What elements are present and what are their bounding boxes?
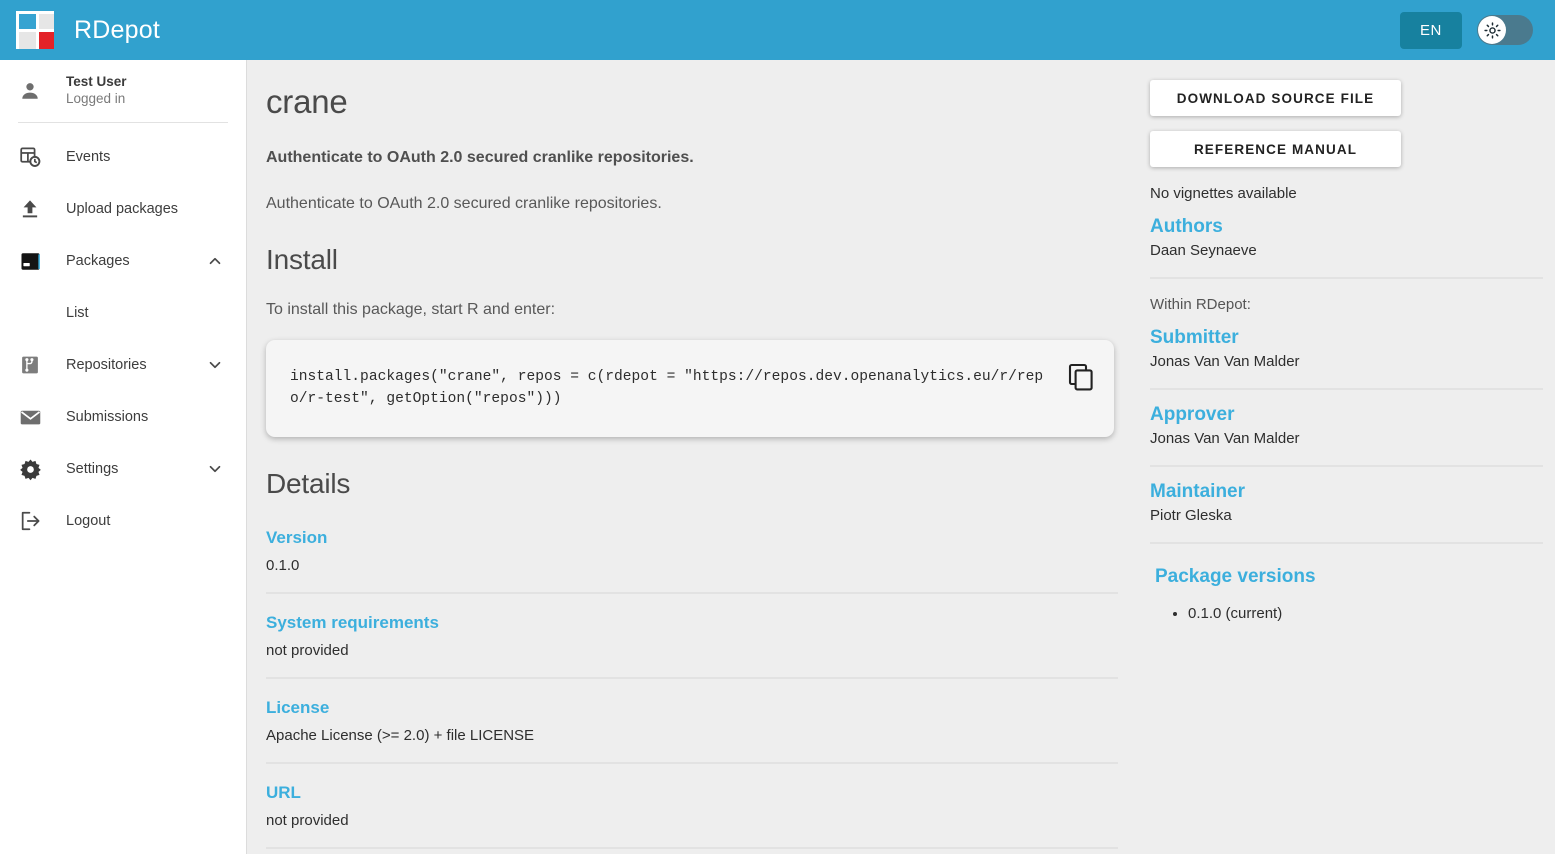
page-title: crane xyxy=(266,83,348,120)
detail-row: License Apache License (>= 2.0) + file L… xyxy=(266,679,1118,764)
install-code-card: install.packages("crane", repos = c(rdep… xyxy=(266,339,1114,437)
logo-quadrant-bottom-right xyxy=(39,32,54,49)
within-rdepot-label: Within RDepot: xyxy=(1150,296,1251,313)
package-versions-label[interactable]: Package versions xyxy=(1155,566,1543,588)
sidebar-user-name: Test User xyxy=(66,74,127,90)
details-heading: Details xyxy=(266,467,351,499)
detail-key: URL xyxy=(266,782,301,802)
detail-row: System requirements not provided xyxy=(266,594,1118,679)
list-item[interactable]: 0.1.0 (current) xyxy=(1188,605,1543,622)
detail-key: Version xyxy=(266,527,328,547)
sidebar-subitem-label: List xyxy=(66,305,89,321)
chevron-down-icon[interactable] xyxy=(206,356,224,374)
package-versions-list: 0.1.0 (current) xyxy=(1150,605,1543,622)
sidebar-item-repositories[interactable]: Repositories xyxy=(0,339,246,391)
language-button[interactable]: EN xyxy=(1399,11,1462,49)
theme-toggle-knob xyxy=(1478,16,1506,44)
person-icon xyxy=(22,83,38,99)
events-icon xyxy=(10,146,50,168)
left-sidebar: Test User Logged in Events Upload packag… xyxy=(0,60,247,854)
reference-manual-button[interactable]: REFERENCE MANUAL xyxy=(1150,131,1401,167)
detail-key: License xyxy=(266,697,330,717)
packages-icon xyxy=(10,250,50,273)
detail-row: Version 0.1.0 xyxy=(266,504,1118,594)
logo-quadrant-top-left xyxy=(19,14,36,29)
brand-title: RDepot xyxy=(74,15,160,44)
side-divider xyxy=(1150,465,1543,467)
copy-icon[interactable] xyxy=(1068,362,1096,392)
submissions-icon xyxy=(10,406,50,429)
header-actions: EN xyxy=(1399,11,1533,49)
submitter-value: Jonas Van Van Malder xyxy=(1150,353,1300,370)
sidebar-user-status: Logged in xyxy=(66,91,126,106)
download-source-file-button[interactable]: DOWNLOAD SOURCE FILE xyxy=(1150,80,1401,116)
detail-value: not provided xyxy=(266,811,349,829)
main-content-area: crane Authenticate to OAuth 2.0 secured … xyxy=(248,60,1555,854)
sidebar-item-label: Events xyxy=(66,149,111,165)
package-side-panel: DOWNLOAD SOURCE FILE REFERENCE MANUAL No… xyxy=(1138,60,1555,849)
authors-value: Daan Seynaeve xyxy=(1150,242,1257,259)
details-list: Version 0.1.0 System requirements not pr… xyxy=(266,504,1118,849)
sidebar-item-label: Repositories xyxy=(66,357,147,373)
detail-row: URL not provided xyxy=(266,764,1118,849)
authors-label[interactable]: Authors xyxy=(1150,216,1543,238)
sun-icon xyxy=(1483,21,1501,39)
sidebar-nav: Events Upload packages Packages List Rep… xyxy=(0,123,246,547)
sidebar-user-text: Test User Logged in xyxy=(66,74,127,108)
settings-gear-icon xyxy=(10,458,50,481)
detail-value: not provided xyxy=(266,641,349,659)
sidebar-item-submissions[interactable]: Submissions xyxy=(0,391,246,443)
install-hint-text: To install this package, start R and ent… xyxy=(266,300,556,318)
chevron-down-icon[interactable] xyxy=(206,460,224,478)
sidebar-item-upload-packages[interactable]: Upload packages xyxy=(0,183,246,235)
detail-key: System requirements xyxy=(266,612,439,632)
sidebar-item-label: Settings xyxy=(66,461,119,477)
approver-label[interactable]: Approver xyxy=(1150,404,1543,426)
sidebar-item-packages[interactable]: Packages xyxy=(0,235,246,287)
logout-icon xyxy=(10,510,50,532)
sidebar-item-label: Logout xyxy=(66,513,111,529)
sidebar-item-list[interactable]: List xyxy=(0,287,246,339)
detail-value: Apache License (>= 2.0) + file LICENSE xyxy=(266,726,535,744)
sidebar-item-settings[interactable]: Settings xyxy=(0,443,246,495)
sidebar-item-label: Upload packages xyxy=(66,201,179,217)
logo-quadrant-top-right xyxy=(39,14,54,29)
detail-value: 0.1.0 xyxy=(266,556,300,574)
package-short-description: Authenticate to OAuth 2.0 secured cranli… xyxy=(266,148,694,166)
install-heading: Install xyxy=(266,243,338,275)
sidebar-user-block[interactable]: Test User Logged in xyxy=(0,60,246,122)
install-code-text: install.packages("crane", repos = c(rdep… xyxy=(290,368,1044,408)
chevron-up-icon[interactable] xyxy=(206,252,224,270)
sidebar-item-label: Submissions xyxy=(66,409,149,425)
maintainer-value: Piotr Gleska xyxy=(1150,507,1232,524)
repositories-icon xyxy=(10,354,50,376)
sidebar-item-events[interactable]: Events xyxy=(0,131,246,183)
approver-value: Jonas Van Van Malder xyxy=(1150,430,1300,447)
logo-quadrant-bottom-left xyxy=(19,32,36,49)
top-header-bar: RDepot EN xyxy=(0,0,1555,60)
sidebar-item-label: Packages xyxy=(66,253,130,269)
person-icon-wrap xyxy=(10,80,50,102)
rdepot-logo[interactable] xyxy=(16,11,54,49)
upload-icon xyxy=(10,198,50,220)
submitter-label[interactable]: Submitter xyxy=(1150,327,1543,349)
side-divider xyxy=(1150,542,1543,544)
vignettes-note: No vignettes available xyxy=(1150,185,1297,202)
package-description: Authenticate to OAuth 2.0 secured cranli… xyxy=(266,194,662,212)
package-detail-column: crane Authenticate to OAuth 2.0 secured … xyxy=(248,60,1138,849)
side-divider xyxy=(1150,388,1543,390)
sidebar-item-logout[interactable]: Logout xyxy=(0,495,246,547)
theme-toggle[interactable] xyxy=(1477,15,1533,45)
side-divider xyxy=(1150,277,1543,279)
maintainer-label[interactable]: Maintainer xyxy=(1150,481,1543,503)
